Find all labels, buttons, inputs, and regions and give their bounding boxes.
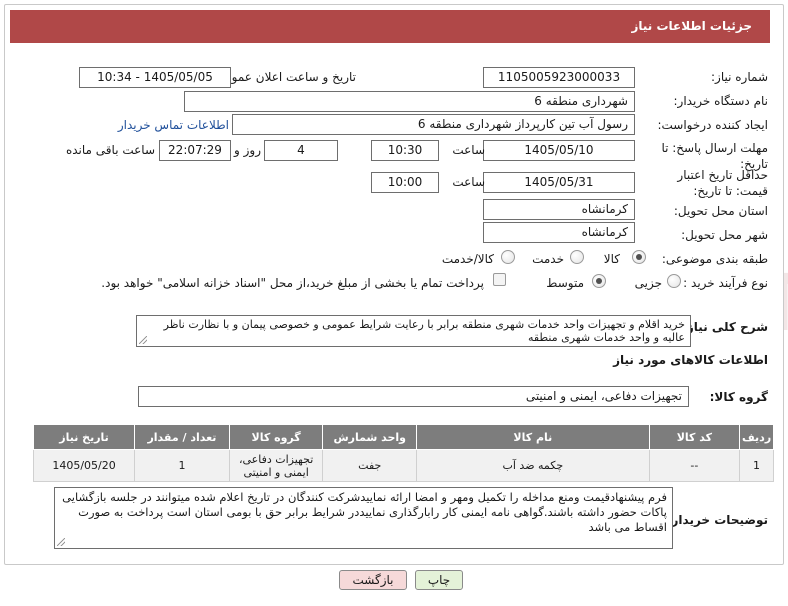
price-date-field: 1405/05/31	[483, 172, 635, 193]
cell-code: --	[648, 449, 741, 482]
process-label: نوع فرآیند خرید :	[683, 276, 768, 290]
reply-time-field: 10:30	[371, 140, 439, 161]
process-radio-minor[interactable]	[667, 274, 681, 288]
buyer-notes-textarea[interactable]: فرم پیشنهادقیمت ومنع مداخله را تکمیل ومه…	[54, 487, 673, 549]
cell-quantity: 1	[134, 449, 230, 482]
table-row: 1 -- چکمه ضد آب جفت تجهیزات دفاعی، ایمنی…	[32, 449, 774, 482]
goods-group-field: تجهیزات دفاعی، ایمنی و امنیتی	[138, 386, 689, 407]
cell-group: تجهیزات دفاعی، ایمنی و امنیتی	[228, 449, 324, 482]
col-quantity: تعداد / مقدار	[134, 424, 230, 450]
goods-group-label: گروه کالا:	[709, 390, 768, 404]
days-field: 4	[264, 140, 338, 161]
reply-date-field: 1405/05/10	[483, 140, 635, 161]
col-unit: واحد شمارش	[322, 424, 418, 450]
price-time-label: ساعت	[452, 175, 485, 189]
buyer-notes-text: فرم پیشنهادقیمت ومنع مداخله را تکمیل ومه…	[62, 490, 667, 534]
announce-field: 1405/05/05 - 10:34	[79, 67, 231, 88]
announce-label: تاریخ و ساعت اعلان عمومی:	[211, 70, 356, 84]
col-group: گروه کالا	[228, 424, 324, 450]
process-radio-medium[interactable]	[592, 274, 606, 288]
treasury-payment-checkbox[interactable]	[493, 273, 506, 286]
category-label: طبقه بندی موضوعی:	[661, 252, 768, 266]
description-textarea[interactable]: خرید اقلام و تجهیزات واحد خدمات شهری منط…	[136, 315, 691, 347]
back-button[interactable]: بازگشت	[339, 570, 407, 590]
days-label: روز و	[234, 143, 261, 157]
buyer-notes-label: توضیحات خریدار:	[666, 513, 768, 527]
remaining-label: ساعت باقی مانده	[65, 143, 155, 157]
col-need-date: تاریخ نیاز	[32, 424, 136, 450]
cell-row: 1	[739, 449, 774, 482]
creator-label: ایجاد کننده درخواست:	[657, 118, 768, 132]
cell-need-date: 1405/05/20	[32, 449, 136, 482]
buyer-org-field: شهرداری منطقه 6	[184, 91, 635, 112]
reply-time-label: ساعت	[452, 143, 485, 157]
category-radio-service[interactable]	[570, 250, 584, 264]
payment-note: پرداخت تمام یا بخشی از مبلغ خرید،از محل …	[101, 276, 484, 290]
goods-table: ردیف کد کالا نام کالا واحد شمارش گروه کا…	[32, 424, 774, 482]
contact-info-link[interactable]: اطلاعات تماس خریدار	[118, 118, 229, 132]
col-row: ردیف	[739, 424, 774, 450]
goods-section-title: اطلاعات کالاهای مورد نیاز	[613, 353, 768, 367]
city-field: کرمانشاه	[483, 222, 635, 243]
notes-resize-grip[interactable]	[57, 538, 65, 546]
price-validity-label: حداقل تاریخ اعتبار قیمت: تا تاریخ:	[677, 168, 768, 198]
need-number-field: 1105005923000033	[483, 67, 635, 88]
province-label: استان محل تحویل:	[673, 204, 768, 218]
category-radio-goods-service[interactable]	[501, 250, 515, 264]
col-name: نام کالا	[416, 424, 650, 450]
category-option-goods-service: کالا/خدمت	[441, 252, 494, 266]
buyer-org-label: نام دستگاه خریدار:	[673, 94, 769, 108]
process-option-medium: متوسط	[546, 276, 584, 290]
category-option-goods: کالا	[603, 252, 620, 266]
remaining-time-field: 22:07:29	[159, 140, 231, 161]
description-text: خرید اقلام و تجهیزات واحد خدمات شهری منط…	[163, 318, 685, 344]
creator-field: رسول آب تین کارپرداز شهرداری منطقه 6	[232, 114, 635, 135]
province-field: کرمانشاه	[483, 199, 635, 220]
cell-unit: جفت	[322, 449, 418, 482]
resize-grip[interactable]	[139, 336, 147, 344]
cell-name: چکمه ضد آب	[416, 449, 650, 482]
category-option-service: خدمت	[532, 252, 564, 266]
goods-table-header: ردیف کد کالا نام کالا واحد شمارش گروه کا…	[32, 424, 774, 450]
city-label: شهر محل تحویل:	[681, 228, 768, 242]
process-option-minor: جزیی	[634, 276, 662, 290]
print-button[interactable]: چاپ	[415, 570, 463, 590]
price-time-field: 10:00	[371, 172, 439, 193]
need-number-label: شماره نیاز:	[711, 70, 768, 84]
col-code: کد کالا	[648, 424, 741, 450]
description-label: شرح کلی نیاز:	[682, 320, 768, 334]
panel-title: جزئیات اطلاعات نیاز	[10, 10, 770, 43]
category-radio-goods[interactable]	[632, 250, 646, 264]
